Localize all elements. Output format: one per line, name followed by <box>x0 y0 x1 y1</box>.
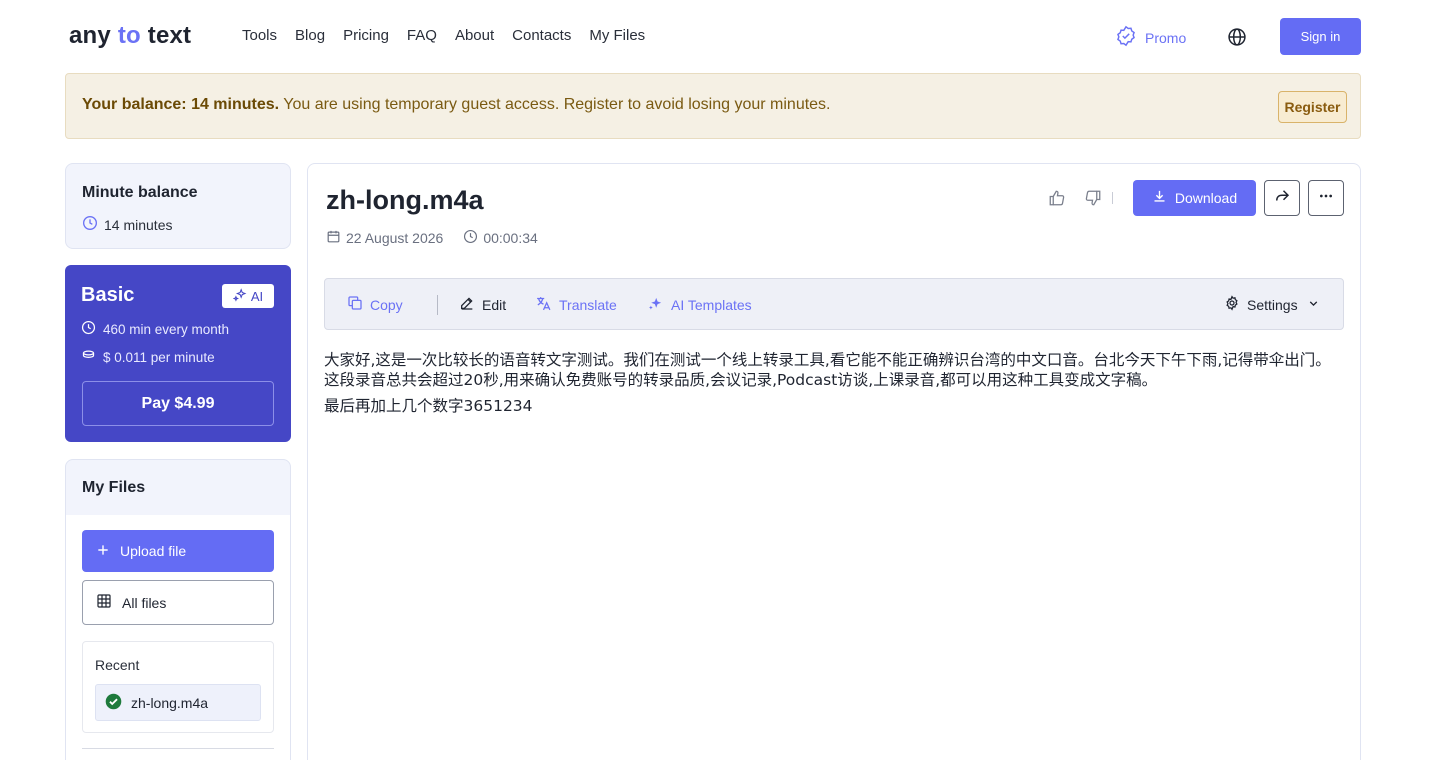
clock-icon <box>81 320 96 338</box>
ellipsis-icon <box>1318 188 1334 209</box>
sign-in-button[interactable]: Sign in <box>1280 18 1361 55</box>
nav-my-files[interactable]: My Files <box>589 27 645 44</box>
transcript-paragraph: 最后再加上几个数字3651234 <box>324 397 533 415</box>
download-button[interactable]: Download <box>1133 180 1256 216</box>
copy-icon <box>347 295 363 314</box>
plan-card-basic: Basic AI 460 min every month $ 0.011 per… <box>65 265 291 442</box>
ai-templates-button[interactable]: AI Templates <box>647 295 752 315</box>
ai-badge: AI <box>222 284 274 308</box>
sparkle-icon <box>647 295 664 315</box>
nav-faq[interactable]: FAQ <box>407 27 437 44</box>
coins-icon <box>81 348 96 366</box>
pencil-icon <box>459 295 475 314</box>
minute-balance-value: 14 minutes <box>82 215 172 234</box>
logo[interactable]: any to text <box>69 22 191 50</box>
translate-label: Translate <box>559 297 617 313</box>
divider <box>437 295 438 315</box>
upload-label: Upload file <box>120 543 187 559</box>
calendar-icon <box>326 229 341 247</box>
register-button[interactable]: Register <box>1278 91 1347 123</box>
minutes-text: 14 minutes <box>104 216 173 233</box>
nav-blog[interactable]: Blog <box>295 27 325 44</box>
nav-about[interactable]: About <box>455 27 494 44</box>
gear-icon <box>1224 295 1240 314</box>
banner-note: You are using temporary guest access. Re… <box>279 96 831 113</box>
file-duration-text: 00:00:34 <box>483 230 538 246</box>
transcript-toolbar: Copy Edit Translate AI Templates Setting… <box>324 278 1344 330</box>
guest-balance-banner: Your balance: 14 minutes. You are using … <box>65 73 1361 139</box>
plan-price-per-minute: $ 0.011 per minute <box>81 348 215 366</box>
logo-text-any: any <box>69 22 118 49</box>
copy-button[interactable]: Copy <box>347 295 403 314</box>
file-duration: 00:00:34 <box>463 229 538 247</box>
sparkle-icon <box>232 287 247 305</box>
share-button[interactable] <box>1264 180 1300 216</box>
chevron-down-icon <box>1307 297 1320 313</box>
thumbs-down-icon[interactable] <box>1080 185 1106 211</box>
file-title: zh-long.m4a <box>326 185 484 215</box>
recent-label: Recent <box>95 657 140 673</box>
ai-templates-label: AI Templates <box>671 297 752 313</box>
promo-link[interactable]: Promo <box>1115 25 1186 50</box>
transcript-paragraph: 大家好,这是一次比较长的语音转文字测试。我们在测试一个线上转录工具,看它能不能正… <box>324 351 1331 389</box>
edit-button[interactable]: Edit <box>459 295 506 314</box>
translate-button[interactable]: Translate <box>535 295 617 315</box>
globe-icon[interactable] <box>1227 27 1247 47</box>
all-files-button[interactable]: All files <box>82 580 274 625</box>
clock-icon <box>463 229 478 247</box>
recent-files: Recent zh-long.m4a <box>82 641 274 733</box>
main-nav: Tools Blog Pricing FAQ About Contacts My… <box>242 27 645 44</box>
clock-icon <box>82 215 98 234</box>
promo-label: Promo <box>1145 29 1187 46</box>
all-files-label: All files <box>122 594 167 611</box>
my-files-card: My Files Upload file All files Recent zh… <box>65 459 291 760</box>
banner-balance: Your balance: 14 minutes. <box>82 96 280 113</box>
transcript-panel: zh-long.m4a 22 August 2026 00:00:34 Down… <box>307 163 1361 760</box>
translate-icon <box>535 295 552 315</box>
badge-check-icon <box>1115 25 1137 50</box>
nav-pricing[interactable]: Pricing <box>343 27 389 44</box>
download-icon <box>1152 189 1167 207</box>
edit-label: Edit <box>482 296 507 313</box>
my-files-body: Upload file All files Recent zh-long.m4a <box>66 515 290 760</box>
logo-text-to: to <box>117 22 141 49</box>
transcript-text[interactable]: 大家好,这是一次比较长的语音转文字测试。我们在测试一个线上转录工具,看它能不能正… <box>324 350 1334 422</box>
minute-balance-title: Minute balance <box>82 184 198 201</box>
plan-price-text: $ 0.011 per minute <box>103 349 215 365</box>
my-files-title: My Files <box>82 479 146 496</box>
file-date: 22 August 2026 <box>326 229 443 247</box>
plan-title: Basic <box>81 284 135 306</box>
nav-tools[interactable]: Tools <box>242 27 277 44</box>
download-label: Download <box>1174 190 1238 206</box>
nav-contacts[interactable]: Contacts <box>512 27 571 44</box>
file-date-text: 22 August 2026 <box>346 230 444 246</box>
share-arrow-icon <box>1273 187 1291 210</box>
more-options-button[interactable] <box>1308 180 1344 216</box>
plus-icon <box>96 543 110 560</box>
ai-badge-label: AI <box>250 288 264 304</box>
top-header: any to text Tools Blog Pricing FAQ About… <box>0 0 1440 73</box>
minute-balance-card: Minute balance 14 minutes <box>65 163 291 249</box>
check-circle-icon <box>105 693 122 713</box>
plan-monthly-text: 460 min every month <box>103 321 230 337</box>
divider <box>1112 192 1113 204</box>
grid-table-icon <box>96 593 112 612</box>
upload-file-button[interactable]: Upload file <box>82 530 274 572</box>
logo-text-text: text <box>140 22 192 49</box>
thumbs-up-icon[interactable] <box>1044 185 1070 211</box>
recent-file-item[interactable]: zh-long.m4a <box>95 684 261 721</box>
copy-label: Copy <box>370 296 403 313</box>
divider <box>82 748 274 749</box>
settings-label: Settings <box>1247 296 1298 313</box>
file-actions: Download <box>1044 180 1344 216</box>
file-meta: 22 August 2026 00:00:34 <box>326 229 538 247</box>
plan-monthly: 460 min every month <box>81 320 229 338</box>
recent-file-name: zh-long.m4a <box>131 694 209 711</box>
pay-button[interactable]: Pay $4.99 <box>82 381 274 426</box>
banner-message: Your balance: 14 minutes. You are using … <box>82 96 831 114</box>
settings-dropdown[interactable]: Settings <box>1224 295 1320 314</box>
